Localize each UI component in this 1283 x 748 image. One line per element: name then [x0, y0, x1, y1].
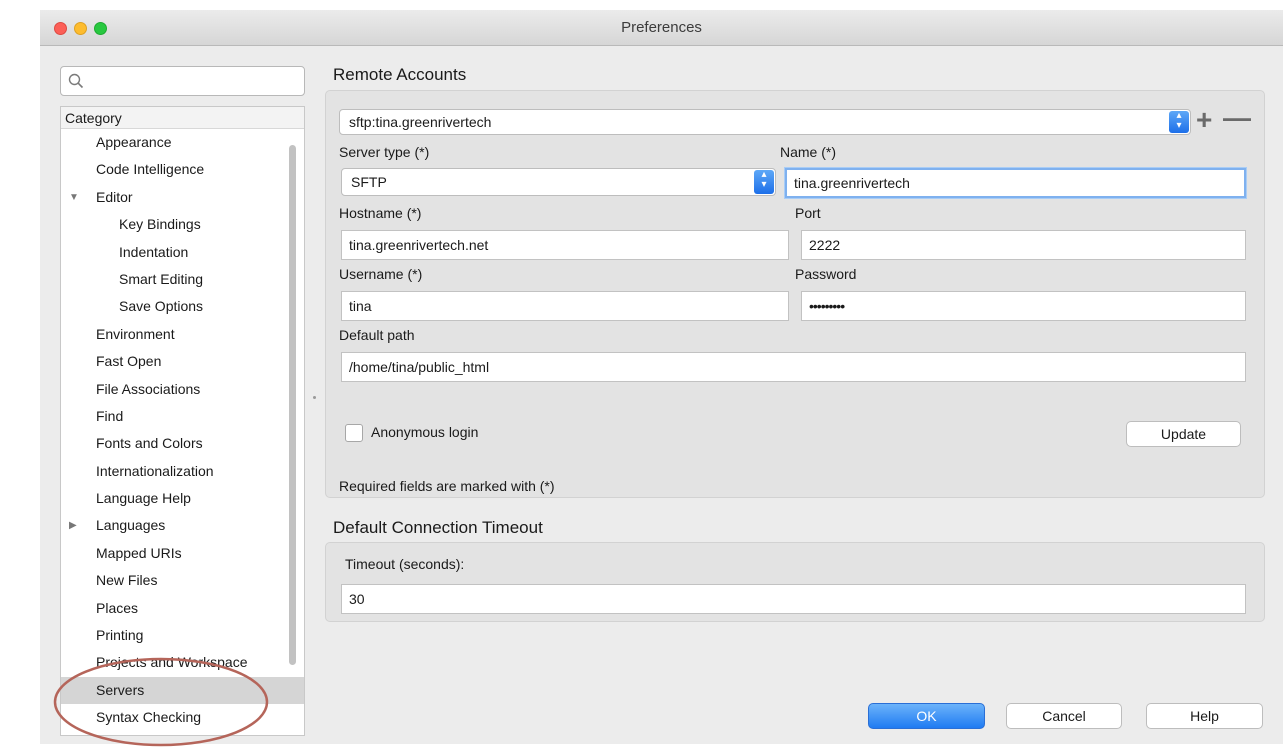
update-button[interactable]: Update — [1126, 421, 1241, 447]
default-path-label: Default path — [339, 327, 415, 343]
required-fields-note: Required fields are marked with (*) — [339, 478, 555, 494]
category-item-label: Save Options — [119, 298, 204, 315]
port-field[interactable] — [801, 230, 1246, 260]
port-label: Port — [795, 205, 821, 221]
category-item-fonts-and-colors[interactable]: Fonts and Colors — [61, 430, 304, 457]
search-icon — [68, 73, 84, 89]
category-item-label: New Files — [96, 572, 158, 589]
category-item-label: File Associations — [96, 380, 201, 397]
category-item-projects-and-workspace[interactable]: Projects and Workspace — [61, 649, 304, 676]
window-title: Preferences — [621, 19, 702, 36]
help-button[interactable]: Help — [1146, 703, 1263, 729]
password-field[interactable]: ••••••••• — [801, 291, 1246, 321]
name-label: Name (*) — [780, 144, 837, 160]
account-select-value: sftp:tina.greenrivertech — [349, 114, 492, 130]
category-item-file-associations[interactable]: File Associations — [61, 376, 304, 403]
chevron-up-down-icon: ▴ ▾ — [754, 170, 774, 194]
category-item-editor[interactable]: ▼ Editor — [61, 184, 304, 211]
category-item-label: Code Intelligence — [96, 161, 205, 178]
timeout-field[interactable] — [341, 584, 1246, 614]
category-list: Category Appearance Code Intelligence ▼ Edi… — [60, 106, 305, 736]
category-item-label: Printing — [96, 627, 144, 644]
category-item-mapped-uris[interactable]: Mapped URIs — [61, 540, 304, 567]
category-item-label: Places — [96, 599, 139, 616]
category-item-save-options[interactable]: Save Options — [61, 293, 304, 320]
category-item-internationalization[interactable]: Internationalization — [61, 458, 304, 485]
category-item-languages[interactable]: ▶ Languages — [61, 512, 304, 539]
category-item-label: Appearance — [96, 134, 172, 150]
category-item-smart-editing[interactable]: Smart Editing — [61, 266, 304, 293]
timeout-group: Timeout (seconds): — [325, 542, 1265, 622]
category-scrollbar[interactable] — [289, 145, 296, 665]
splitter-handle[interactable] — [313, 396, 316, 399]
category-item-environment[interactable]: Environment — [61, 321, 304, 348]
category-header: Category — [61, 107, 304, 129]
category-item-label: Fast Open — [96, 353, 162, 370]
default-path-field[interactable] — [341, 352, 1246, 382]
server-type-label: Server type (*) — [339, 144, 430, 160]
username-label: Username (*) — [339, 266, 423, 282]
category-item-syntax-checking[interactable]: Syntax Checking — [61, 704, 304, 731]
hostname-label: Hostname (*) — [339, 205, 422, 221]
remove-account-icon[interactable]: — — [1223, 104, 1251, 132]
category-item-find[interactable]: Find — [61, 403, 304, 430]
category-item-label: Mapped URIs — [96, 544, 182, 561]
account-select[interactable]: sftp:tina.greenrivertech ▴ ▾ — [339, 109, 1191, 135]
category-item-label: Fonts and Colors — [96, 435, 203, 452]
title-bar: Preferences — [40, 10, 1283, 46]
category-item-label: Servers — [96, 681, 145, 698]
category-items: Appearance Code Intelligence ▼ Editor Key Bi… — [61, 129, 304, 732]
remote-accounts-group: sftp:tina.greenrivertech ▴ ▾ + — Server t… — [325, 90, 1265, 498]
category-item-servers[interactable]: Servers — [61, 676, 304, 705]
category-item-new-files[interactable]: New Files — [61, 567, 304, 594]
category-item-key-bindings[interactable]: Key Bindings — [61, 211, 304, 238]
category-item-indentation[interactable]: Indentation — [61, 239, 304, 266]
name-field[interactable] — [785, 168, 1246, 198]
preferences-window: Preferences Category Appearance Code Inte… — [40, 10, 1283, 747]
anonymous-login-checkbox[interactable] — [345, 424, 363, 442]
category-item-label: Indentation — [119, 243, 189, 260]
category-item-fast-open[interactable]: Fast Open — [61, 348, 304, 375]
disclosure-collapsed-icon[interactable]: ▶ — [69, 512, 77, 539]
category-item-label: Editor — [96, 188, 133, 205]
remote-accounts-title: Remote Accounts — [333, 65, 467, 84]
category-item-label: Languages — [96, 517, 166, 534]
category-item-appearance[interactable]: Appearance — [61, 129, 304, 156]
timeout-label: Timeout (seconds): — [345, 556, 465, 572]
hostname-field[interactable] — [341, 230, 789, 260]
category-search[interactable] — [60, 66, 305, 96]
username-field[interactable] — [341, 291, 789, 321]
category-item-label: Find — [96, 407, 124, 424]
category-item-label: Projects and Workspace — [96, 654, 248, 671]
category-item-places[interactable]: Places — [61, 595, 304, 622]
server-type-select[interactable]: SFTP ▴ ▾ — [341, 168, 776, 196]
anonymous-login-label: Anonymous login — [371, 424, 479, 440]
category-item-language-help[interactable]: Language Help — [61, 485, 304, 512]
cancel-button[interactable]: Cancel — [1006, 703, 1122, 729]
category-item-label: Internationalization — [96, 462, 214, 479]
category-item-label: Smart Editing — [119, 270, 204, 287]
category-item-label: Language Help — [96, 490, 191, 507]
password-label: Password — [795, 266, 857, 282]
category-item-label: Syntax Checking — [96, 709, 202, 726]
category-item-label: Key Bindings — [119, 216, 201, 233]
disclosure-expanded-icon[interactable]: ▼ — [69, 184, 79, 211]
category-item-code-intelligence[interactable]: Code Intelligence — [61, 156, 304, 183]
category-item-printing[interactable]: Printing — [61, 622, 304, 649]
add-account-icon[interactable]: + — [1196, 106, 1212, 134]
chevron-up-down-icon: ▴ ▾ — [1169, 111, 1189, 133]
timeout-section-title: Default Connection Timeout — [333, 518, 543, 537]
category-item-label: Environment — [96, 325, 175, 342]
server-type-value: SFTP — [351, 174, 387, 190]
search-input[interactable] — [91, 70, 296, 92]
ok-button[interactable]: OK — [868, 703, 985, 729]
